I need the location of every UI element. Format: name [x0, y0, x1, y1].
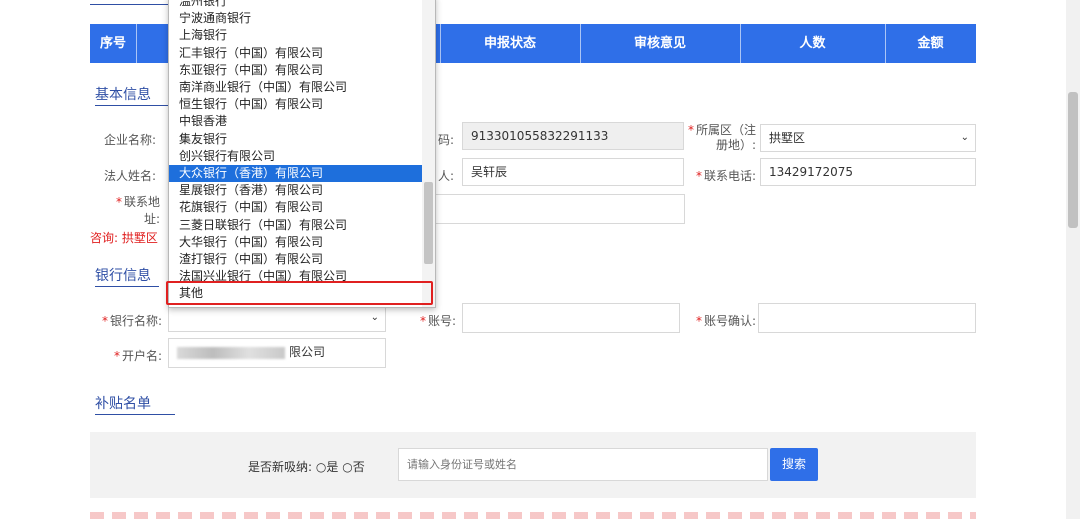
dropdown-scrollbar-thumb[interactable] — [424, 182, 433, 264]
new-hire-filter: 是否新吸纳: ○是 ○否 — [248, 458, 365, 475]
address-field[interactable] — [434, 194, 685, 224]
contact-field[interactable]: 吴轩辰 — [462, 158, 684, 186]
dropdown-option[interactable]: 创兴银行有限公司 — [169, 148, 422, 165]
header-amount: 金额 — [917, 36, 944, 51]
phone-label: * 联系电话: — [695, 169, 756, 183]
search-input[interactable] — [398, 448, 768, 481]
new-hire-label: 是否新吸纳: — [248, 460, 313, 474]
dropdown-option[interactable]: 温州银行 — [169, 0, 422, 10]
dropdown-option[interactable]: 宁波通商银行 — [169, 10, 422, 27]
notice-text: 咨询: 拱墅区 — [90, 231, 158, 245]
search-button[interactable]: 搜索 — [770, 448, 818, 481]
chevron-down-icon: ⌄ — [960, 132, 969, 143]
dropdown-option[interactable]: 大华银行（中国）有限公司 — [169, 234, 422, 251]
bank-dropdown-list[interactable]: 温州银行 宁波通商银行 上海银行 汇丰银行（中国）有限公司 东亚银行（中国）有限公司 南洋… — [168, 0, 436, 308]
code-field: 913301055832291133 — [462, 122, 684, 150]
dropdown-option[interactable]: 上海银行 — [169, 27, 422, 44]
radio-yes[interactable]: ○ — [316, 460, 326, 474]
radio-no[interactable]: ○ — [342, 460, 352, 474]
holder-label: * 开户名: — [113, 349, 162, 363]
dropdown-option[interactable]: 东亚银行（中国）有限公司 — [169, 62, 422, 79]
subsidy-list-title: 补贴名单 — [95, 393, 175, 415]
dropdown-option[interactable]: 大众银行（香港）有限公司 — [169, 165, 422, 182]
bank-name-select[interactable]: ⌄ — [168, 304, 386, 332]
account-confirm-label: * 账号确认: — [695, 314, 756, 328]
dropdown-option[interactable]: 恒生银行（中国）有限公司 — [169, 96, 422, 113]
bank-name-label: * 银行名称: — [101, 314, 162, 328]
header-status: 申报状态 — [483, 36, 536, 51]
phone-field[interactable]: 13429172075 — [760, 158, 976, 186]
company-name-label: 企业名称: — [103, 133, 156, 147]
district-select[interactable]: 拱墅区 ⌄ — [760, 124, 976, 152]
page-scrollbar[interactable] — [1066, 0, 1080, 519]
dropdown-option[interactable]: 汇丰银行（中国）有限公司 — [169, 45, 422, 62]
dropdown-option[interactable]: 中银香港 — [169, 113, 422, 130]
district-label: * 所属区（注册地）: — [687, 123, 756, 152]
address-label: * 联系地址: — [115, 195, 160, 226]
page-scrollbar-thumb[interactable] — [1068, 92, 1078, 228]
account-confirm-field[interactable] — [758, 303, 976, 333]
basic-info-title: 基本信息 — [95, 84, 173, 106]
holder-value: 限公司 — [289, 345, 326, 359]
dropdown-option[interactable]: 集友银行 — [169, 131, 422, 148]
legal-name-label: 法人姓名: — [103, 169, 156, 183]
dropdown-option[interactable]: 星展银行（香港）有限公司 — [169, 182, 422, 199]
dropdown-option[interactable]: 南洋商业银行（中国）有限公司 — [169, 79, 422, 96]
radio-no-label: 否 — [352, 460, 365, 474]
dropdown-option[interactable]: 三菱日联银行（中国）有限公司 — [169, 217, 422, 234]
account-field[interactable] — [462, 303, 680, 333]
dropdown-option[interactable]: 花旗银行（中国）有限公司 — [169, 199, 422, 216]
holder-field[interactable]: 限公司 — [168, 338, 386, 368]
bottom-notice-strip — [90, 512, 976, 519]
dropdown-scrollbar[interactable] — [422, 0, 435, 307]
top-section-underline — [90, 4, 170, 5]
header-review: 审核意见 — [633, 36, 686, 51]
header-seq: 序号 — [99, 36, 126, 51]
redacted-text — [177, 347, 285, 359]
highlight-annotation — [166, 281, 433, 305]
dropdown-option[interactable]: 渣打银行（中国）有限公司 — [169, 251, 422, 268]
header-people: 人数 — [799, 36, 826, 51]
account-label: * 账号: — [419, 314, 456, 328]
chevron-down-icon: ⌄ — [370, 312, 379, 323]
bank-info-title: 银行信息 — [95, 265, 159, 287]
radio-yes-label: 是 — [326, 460, 339, 474]
district-value: 拱墅区 — [769, 131, 806, 145]
